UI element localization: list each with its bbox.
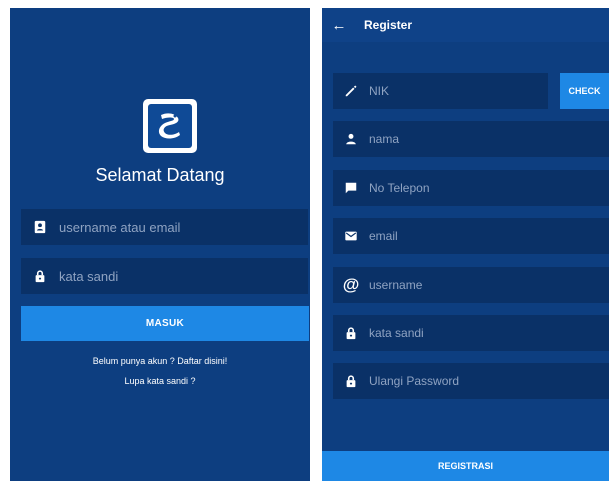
- nik-field[interactable]: NIK: [333, 73, 548, 109]
- name-field[interactable]: nama: [333, 121, 609, 157]
- nik-placeholder: NIK: [369, 84, 390, 98]
- welcome-title: Selamat Datang: [95, 165, 225, 185]
- phone-field[interactable]: No Telepon: [333, 170, 609, 206]
- username-field[interactable]: @ username: [333, 267, 609, 303]
- email-icon: [342, 227, 360, 245]
- username-placeholder: username atau email: [59, 219, 181, 235]
- confirm-password-placeholder: Ulangi Password: [369, 374, 460, 388]
- name-placeholder: nama: [369, 132, 400, 146]
- username-field[interactable]: username atau email: [21, 209, 308, 245]
- at-sign-icon: @: [342, 275, 360, 294]
- message-icon: [342, 179, 360, 197]
- lock-icon: [342, 372, 360, 390]
- username-placeholder: username: [369, 278, 423, 292]
- password-placeholder: kata sandi: [369, 326, 424, 340]
- email-field[interactable]: email: [333, 218, 609, 254]
- login-button[interactable]: MASUK: [21, 306, 309, 341]
- register-screen: ← Register NIK CHECK nama No Telepon ema…: [322, 8, 609, 481]
- phone-placeholder: No Telepon: [369, 181, 430, 195]
- confirm-password-field[interactable]: Ulangi Password: [333, 363, 609, 399]
- page-title: Register: [364, 18, 413, 32]
- password-field[interactable]: kata sandi: [21, 258, 308, 294]
- lock-icon: [342, 324, 360, 342]
- arrow-left-icon[interactable]: ←: [324, 17, 354, 34]
- password-field[interactable]: kata sandi: [333, 315, 609, 351]
- check-button[interactable]: CHECK: [560, 73, 609, 109]
- contact-card-icon: [32, 219, 48, 235]
- password-placeholder: kata sandi: [59, 268, 119, 284]
- pencil-icon: [342, 82, 360, 100]
- register-button[interactable]: REGISTRASI: [322, 451, 609, 481]
- forgot-password-link[interactable]: Lupa kata sandi ?: [10, 376, 310, 386]
- dragon-emblem-icon: [143, 99, 197, 153]
- person-icon: [342, 130, 360, 148]
- email-placeholder: email: [369, 229, 398, 243]
- lock-icon: [32, 268, 48, 284]
- login-screen: Selamat Datang username atau email kata …: [10, 8, 310, 481]
- app-bar: ← Register: [322, 8, 609, 42]
- register-link[interactable]: Belum punya akun ? Daftar disini!: [10, 356, 310, 366]
